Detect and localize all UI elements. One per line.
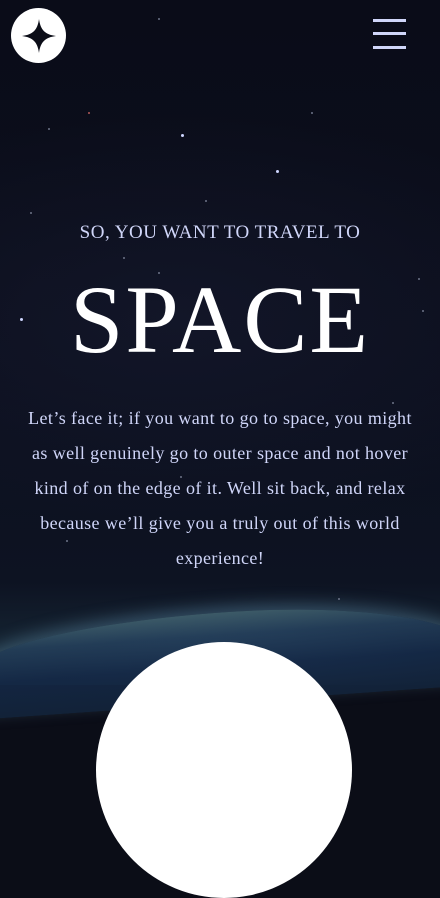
hamburger-menu-icon[interactable] <box>373 18 406 51</box>
star <box>205 200 207 202</box>
star <box>48 128 50 130</box>
star <box>158 18 160 20</box>
menu-bar <box>373 19 406 22</box>
star <box>181 134 184 137</box>
logo[interactable] <box>11 8 66 63</box>
star <box>276 170 279 173</box>
star <box>30 212 32 214</box>
star <box>88 112 90 114</box>
menu-bar <box>373 32 406 35</box>
star <box>338 598 340 600</box>
hero-title: SPACE <box>70 266 370 373</box>
star <box>311 112 313 114</box>
star <box>123 257 125 259</box>
four-point-star-icon <box>21 18 56 53</box>
menu-bar <box>373 46 406 49</box>
hero-subtitle: SO, YOU WANT TO TRAVEL TO <box>79 222 361 243</box>
explore-button[interactable] <box>96 642 352 898</box>
hero-description: Let’s face it; if you want to go to spac… <box>28 408 412 568</box>
